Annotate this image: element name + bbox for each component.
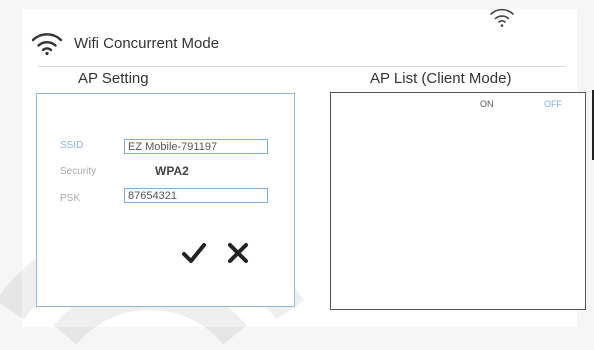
header-divider <box>38 66 565 67</box>
psk-input[interactable] <box>124 188 268 203</box>
checkmark-icon[interactable] <box>182 242 206 264</box>
security-label: Security <box>60 166 97 177</box>
ap-list-title: AP List (Client Mode) <box>370 70 512 87</box>
wifi-icon <box>31 33 63 56</box>
toggle-off-option[interactable]: OFF <box>544 99 562 109</box>
close-icon[interactable] <box>227 242 249 264</box>
security-value: WPA2 <box>155 164 189 178</box>
psk-label: PSK <box>60 193 81 204</box>
wifi-status-icon <box>490 8 514 27</box>
ap-setting-title: AP Setting <box>78 70 149 87</box>
ssid-input[interactable] <box>124 139 268 154</box>
ssid-label: SSID <box>60 140 84 151</box>
ap-list-panel <box>330 92 586 310</box>
toggle-on-option[interactable]: ON <box>480 99 494 109</box>
page-title: Wifi Concurrent Mode <box>74 35 220 52</box>
